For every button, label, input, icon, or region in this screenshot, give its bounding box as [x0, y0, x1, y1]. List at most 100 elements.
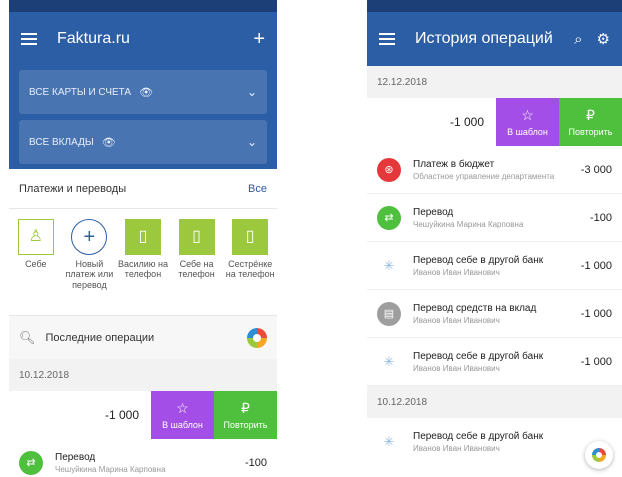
date-header: 12.12.2018: [367, 66, 622, 98]
status-bar: [9, 0, 277, 12]
analytics-fab[interactable]: [585, 441, 613, 469]
accounts-area: ВСЕ КАРТЫ И СЧЕТА 👁 ⌄ ВСЕ ВКЛАДЫ 👁 ⌄: [9, 66, 277, 169]
list-item[interactable]: ✳ Перевод себе в другой банк Иванов Иван…: [367, 418, 622, 466]
date-header: 10.12.2018: [367, 386, 622, 418]
operation-sub: Чешуйкина Марина Карповна: [55, 464, 166, 474]
spinner-icon: ✳: [383, 353, 395, 369]
quick-action-label: Василию на телефон: [117, 259, 168, 280]
operation-sub: Иванов Иван Иванович: [413, 267, 500, 277]
list-item[interactable]: ✳ Перевод себе в другой банк Иванов Иван…: [367, 338, 622, 386]
swipe-operation-row[interactable]: -1 000 ☆ В шаблон ₽ Повторить: [9, 391, 277, 439]
operation-sub: Иванов Иван Иванович: [413, 444, 500, 453]
recent-operations-header[interactable]: 🔍︎ Последние операции: [9, 315, 277, 359]
quick-action-label: Себе: [25, 259, 47, 269]
list-item[interactable]: ⊛ Платеж в бюджет Областное управление д…: [367, 146, 622, 194]
quick-action-label: Новый платеж или перевод: [65, 259, 114, 290]
app-title: Faktura.ru: [57, 30, 130, 47]
swipe-operation-row[interactable]: -1 000 ☆ В шаблон ₽ Повторить: [367, 98, 622, 146]
search-icon[interactable]: 🔍︎: [19, 330, 36, 346]
operation-amount: -100: [244, 456, 267, 469]
chevron-down-icon: ⌄: [246, 135, 257, 149]
spinner-icon: ✳: [383, 257, 395, 273]
all-deposits-dropdown[interactable]: ВСЕ ВКЛАДЫ 👁 ⌄: [19, 120, 267, 164]
operation-sub: Областное управление департамента: [413, 171, 555, 181]
star-icon: ☆: [176, 400, 189, 416]
quick-action-label: Сестрёнке на телефон: [225, 259, 275, 280]
status-bar: [367, 0, 622, 12]
operation-sub: Иванов Иван Иванович: [413, 363, 500, 373]
list-item[interactable]: ⇄ Перевод Чешуйкина Марина Карповна -100: [367, 194, 622, 242]
chevron-down-icon: ⌄: [246, 85, 257, 99]
payments-header: Платежи и переводы Все: [9, 169, 277, 209]
eye-icon[interactable]: 👁: [102, 136, 116, 149]
operation-amount: -1 000: [9, 391, 151, 439]
plus-icon: +: [71, 219, 108, 255]
ruble-icon: ₽: [241, 400, 250, 416]
menu-icon[interactable]: [21, 32, 39, 46]
donut-chart-icon[interactable]: [247, 327, 267, 348]
operation-name: Перевод себе в другой банк: [413, 431, 544, 442]
spinner-icon: ✳: [383, 434, 395, 449]
all-cards-dropdown[interactable]: ВСЕ КАРТЫ И СЧЕТА 👁 ⌄: [19, 70, 267, 114]
all-link[interactable]: Все: [248, 183, 267, 195]
person-icon: ♙: [17, 219, 54, 255]
operation-name: Платеж в бюджет: [413, 158, 495, 170]
phone-icon: ▯: [124, 219, 161, 255]
ruble-icon: ₽: [586, 107, 595, 123]
search-icon[interactable]: ⌕: [574, 32, 582, 47]
all-deposits-label: ВСЕ ВКЛАДЫ: [29, 136, 94, 148]
star-icon: ☆: [521, 107, 534, 123]
quick-action-self-phone[interactable]: ▯ Себе на телефон: [170, 219, 224, 315]
quick-action-new-payment[interactable]: + Новый платеж или перевод: [63, 219, 117, 315]
deposit-icon: ▤: [377, 301, 401, 326]
phone-icon: ▯: [232, 219, 269, 255]
app-bar: История операций ⌕ ⚙: [367, 12, 622, 66]
operation-name: Перевод: [413, 206, 454, 218]
recent-title: Последние операции: [45, 331, 155, 344]
operation-sub: Чешуйкина Марина Карповна: [413, 219, 524, 229]
quick-action-self[interactable]: ♙ Себе: [9, 219, 63, 315]
phone-icon: ▯: [178, 219, 215, 255]
payments-title: Платежи и переводы: [19, 182, 127, 195]
operation-amount: -100: [589, 211, 612, 224]
menu-icon[interactable]: [379, 32, 397, 46]
repeat-label: Повторить: [223, 420, 268, 430]
left-screen: Faktura.ru + ВСЕ КАРТЫ И СЧЕТА 👁 ⌄ ВСЕ В…: [9, 0, 277, 477]
template-button[interactable]: ☆ В шаблон: [151, 391, 214, 439]
operation-name: Перевод: [55, 451, 96, 463]
repeat-button[interactable]: ₽ Повторить: [559, 98, 622, 146]
operation-amount: -1 000: [580, 259, 612, 272]
operation-name: Перевод средств на вклад: [413, 302, 537, 314]
operation-amount: -1 000: [367, 98, 496, 146]
date-header: 10.12.2018: [9, 359, 277, 391]
all-cards-label: ВСЕ КАРТЫ И СЧЕТА: [29, 86, 132, 98]
operation-name: Перевод себе в другой банк: [413, 350, 544, 362]
list-item[interactable]: ✳ Перевод себе в другой банк Иванов Иван…: [367, 242, 622, 290]
operation-sub: Иванов Иван Иванович: [413, 315, 500, 325]
operation-name: Перевод себе в другой банк: [413, 254, 544, 266]
screen-title: История операций: [415, 30, 553, 47]
donut-chart-icon: [592, 448, 606, 462]
list-item[interactable]: ⇄ Перевод Чешуйкина Марина Карповна -100: [9, 439, 277, 477]
list-item[interactable]: ▤ Перевод средств на вклад Иванов Иван И…: [367, 290, 622, 338]
filter-icon[interactable]: ⚙: [597, 32, 610, 47]
add-icon[interactable]: +: [253, 29, 265, 49]
right-screen: История операций ⌕ ⚙ 12.12.2018 -1 000 ☆…: [367, 0, 622, 477]
quick-action-sister-phone[interactable]: ▯ Сестрёнке на телефон: [223, 219, 277, 315]
operation-amount: -3 000: [580, 163, 612, 176]
operation-amount: -1 000: [580, 355, 612, 368]
operation-amount: -1 000: [580, 307, 612, 320]
transfer-icon: ⇄: [377, 205, 401, 230]
template-label: В шаблон: [507, 127, 548, 137]
repeat-button[interactable]: ₽ Повторить: [214, 391, 277, 439]
quick-action-label: Себе на телефон: [178, 259, 215, 280]
template-button[interactable]: ☆ В шаблон: [496, 98, 559, 146]
template-label: В шаблон: [162, 420, 203, 430]
quick-actions: ♙ Себе + Новый платеж или перевод ▯ Васи…: [9, 209, 277, 315]
quick-action-vasily-phone[interactable]: ▯ Василию на телефон: [116, 219, 170, 315]
app-bar: Faktura.ru +: [9, 12, 277, 66]
repeat-label: Повторить: [568, 127, 613, 137]
coins-icon: ⊛: [377, 157, 401, 182]
transfer-icon: ⇄: [19, 450, 43, 475]
eye-icon[interactable]: 👁: [139, 86, 153, 99]
